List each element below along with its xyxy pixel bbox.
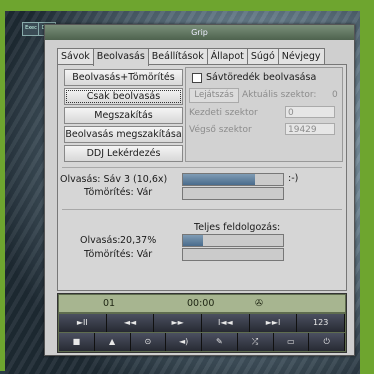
read-progress-fill: [183, 174, 255, 185]
tab-rip[interactable]: Beolvasás: [92, 48, 149, 66]
smiley-indicator: :-): [288, 173, 299, 184]
play-button[interactable]: Lejátszás: [189, 88, 239, 103]
cd-icon: ✇: [255, 298, 263, 309]
next-track-button[interactable]: ►►I: [249, 314, 298, 332]
overall-encode-progress-bar: [182, 248, 284, 261]
overall-read-progress-fill: [183, 235, 204, 246]
tab-status[interactable]: Állapot: [206, 48, 248, 64]
rip-panel: Beolvasás+Tömörítés Csak beolvasás Megsz…: [57, 64, 347, 291]
player-display: 01 00:00 ✇: [59, 295, 345, 312]
start-sector-label: Kezdeti szektor: [189, 108, 258, 118]
fast-forward-icon: ►►: [171, 318, 184, 327]
overall-read-progress-bar: [182, 234, 284, 247]
window-title: Grip: [191, 28, 208, 37]
separator-2: [62, 209, 342, 210]
track-number: 01: [103, 298, 116, 309]
overall-encode-label: Tömörítés: Vár: [84, 249, 153, 260]
end-sector-input[interactable]: 19429: [285, 123, 335, 135]
read-status-label: Olvasás: Sáv 3 (10,6x): [60, 174, 168, 185]
abort-rip-button[interactable]: Beolvasás megszakítása: [64, 126, 183, 143]
start-sector-input[interactable]: 0: [285, 106, 335, 118]
partial-rip-group: Sávtöredék beolvasása Lejátszás Aktuális…: [185, 67, 343, 162]
edit-icon: ✎: [216, 337, 223, 346]
tab-settings[interactable]: Beállítások: [147, 48, 208, 64]
disc-icon: ⊙: [144, 337, 152, 346]
disc-button[interactable]: ⊙: [130, 333, 167, 351]
edit-button[interactable]: ✎: [202, 333, 238, 351]
partial-rip-label: Sávtöredék beolvasása: [206, 72, 317, 83]
end-sector-label: Végső szektor: [189, 125, 252, 135]
ddj-lookup-button[interactable]: DDJ Lekérdezés: [64, 145, 183, 162]
player-controls: 01 00:00 ✇ ►II ◄◄ ►► I◄◄ ►►I 123 ■ ▲ ⊙ ◄) ✎ ⤮ ▭ ⏻: [57, 293, 347, 353]
rewind-icon: ◄◄: [123, 318, 137, 327]
tab-about[interactable]: Névjegy: [277, 48, 325, 64]
shuffle-icon: ⤮: [251, 337, 259, 346]
tab-help[interactable]: Súgó: [246, 48, 279, 64]
partial-rip-checkbox[interactable]: Sávtöredék beolvasása: [192, 72, 316, 83]
window-titlebar[interactable]: Grip: [45, 25, 354, 40]
window-button[interactable]: ▭: [273, 333, 310, 351]
next-track-icon: ►►I: [265, 318, 281, 327]
volume-icon: ◄): [178, 337, 189, 346]
repeat-icon: 123: [313, 318, 329, 327]
power-icon: ⏻: [323, 337, 330, 346]
volume-button[interactable]: ◄): [166, 333, 202, 351]
grip-window: Grip Sávok Beolvasás Beállítások Állapot…: [44, 24, 355, 356]
read-progress-bar: [182, 173, 284, 186]
current-sector-value: 0: [332, 90, 338, 100]
play-pause-button[interactable]: ►II: [59, 314, 107, 332]
overall-read-label: Olvasás:: [80, 235, 121, 246]
rip-encode-button[interactable]: Beolvasás+Tömörítés: [64, 69, 183, 86]
play-pause-icon: ►II: [76, 318, 88, 327]
fast-forward-button[interactable]: ►►: [154, 314, 203, 332]
power-button[interactable]: ⏻: [309, 333, 345, 351]
current-sector-label: Aktuális szektor:: [242, 90, 317, 100]
overall-read-percent: 20,37%: [120, 235, 157, 246]
abort-button[interactable]: Megszakítás: [64, 107, 183, 124]
encode-status-label: Tömörítés: Vár: [84, 187, 153, 198]
separator-1: [62, 167, 342, 168]
stop-icon: ■: [72, 337, 81, 346]
rewind-button[interactable]: ◄◄: [106, 314, 155, 332]
previous-track-button[interactable]: I◄◄: [202, 314, 250, 332]
control-row-1: ►II ◄◄ ►► I◄◄ ►►I 123: [59, 314, 346, 332]
encode-progress-bar: [182, 187, 284, 200]
stop-button[interactable]: ■: [59, 333, 95, 351]
shuffle-button[interactable]: ⤮: [237, 333, 274, 351]
rip-only-button[interactable]: Csak beolvasás: [64, 88, 183, 105]
checkbox-box[interactable]: [192, 72, 202, 83]
play-time[interactable]: 00:00: [187, 295, 214, 312]
tab-bar: Sávok Beolvasás Beállítások Állapot Súgó…: [57, 48, 325, 66]
eject-button[interactable]: ▲: [94, 333, 131, 351]
overall-title: Teljes feldolgozás:: [194, 222, 281, 233]
previous-track-icon: I◄◄: [218, 318, 233, 327]
control-row-2: ■ ▲ ⊙ ◄) ✎ ⤮ ▭ ⏻: [59, 333, 345, 351]
eject-icon: ▲: [109, 337, 116, 346]
tab-tracks[interactable]: Sávok: [57, 48, 94, 64]
repeat-button[interactable]: 123: [297, 314, 346, 332]
window-icon: ▭: [287, 337, 295, 346]
